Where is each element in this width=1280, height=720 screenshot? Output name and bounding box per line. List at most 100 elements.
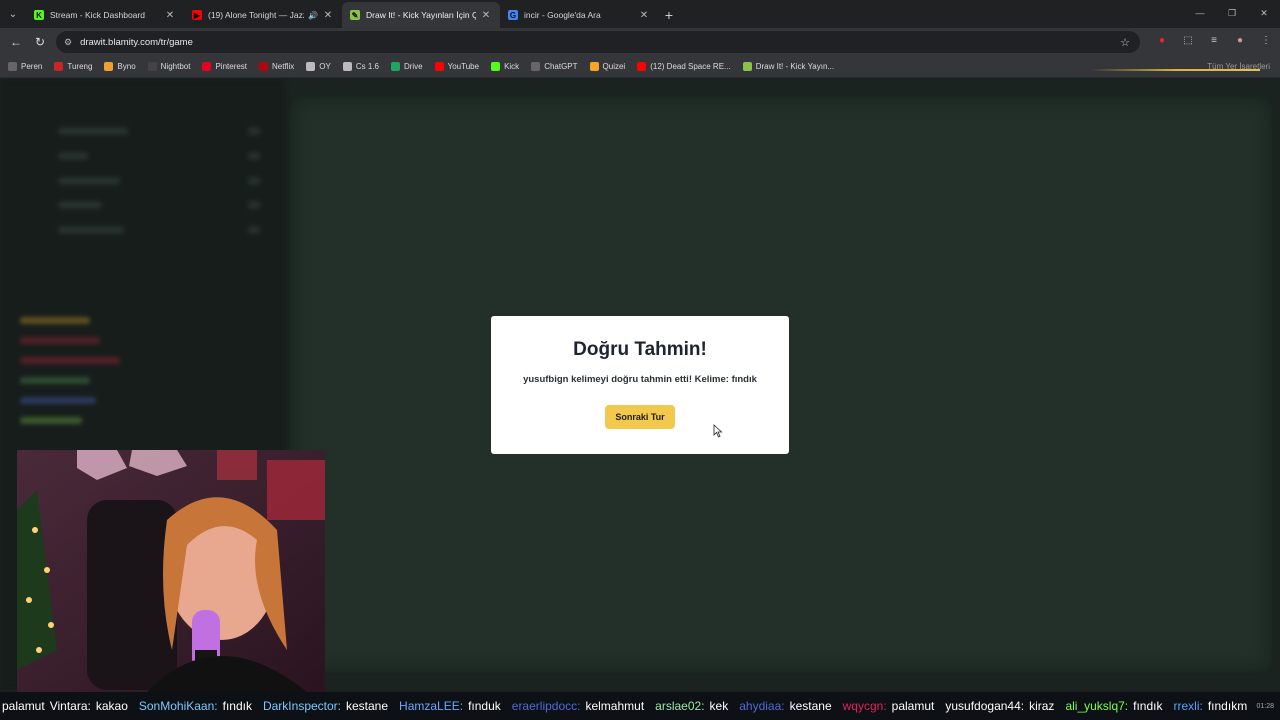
youtube-icon: [637, 62, 647, 71]
bookmark-item[interactable]: Byno: [104, 62, 136, 71]
chat-username: Vintara:: [49, 699, 91, 713]
bookmark-item[interactable]: (12) Dead Space RE...: [637, 62, 731, 71]
bookmark-item[interactable]: Tureng: [54, 62, 92, 71]
new-tab-button[interactable]: +: [658, 2, 680, 28]
site-info-icon[interactable]: ⚙: [64, 37, 72, 48]
chat-username: HamzaLEE:: [399, 699, 464, 713]
chat-message: palamut: [891, 699, 935, 713]
address-bar[interactable]: ⚙ drawit.blamity.com/tr/game ☆: [56, 31, 1140, 53]
modal-title: Doğru Tahmin!: [573, 339, 707, 360]
bookmark-label: Netflix: [272, 62, 295, 71]
bookmark-item[interactable]: Pinterest: [202, 62, 247, 71]
reload-icon[interactable]: ↻: [28, 30, 52, 54]
close-tab-icon[interactable]: ✕: [164, 10, 176, 21]
close-window-icon[interactable]: ✕: [1248, 0, 1280, 26]
bookmark-item[interactable]: Peren: [8, 62, 42, 71]
pinterest-icon: [202, 62, 212, 71]
drawit-icon: [742, 62, 752, 71]
chat-message: kestane: [789, 699, 832, 713]
netflix-icon: [259, 62, 269, 71]
bookmark-item[interactable]: OY: [306, 62, 331, 71]
correct-guess-modal: Doğru Tahmin! yusufbign kelimeyi doğru t…: [491, 316, 789, 454]
webcam-overlay: [17, 450, 325, 692]
puzzle-icon[interactable]: ⬚: [1180, 32, 1196, 48]
drive-icon: [390, 62, 400, 71]
oy-icon: [306, 62, 316, 71]
close-tab-icon[interactable]: ✕: [322, 10, 334, 21]
bookmark-item[interactable]: Nightbot: [147, 62, 191, 71]
bookmark-label: ChatGPT: [544, 62, 578, 71]
chat-username: arslae02:: [655, 699, 705, 713]
chatgpt-icon: [531, 62, 541, 71]
t-icon: [54, 62, 64, 71]
bookmark-item[interactable]: Cs 1.6: [342, 62, 379, 71]
kick-icon: [491, 62, 501, 71]
tab-favicon-icon: G: [508, 10, 518, 20]
close-tab-icon[interactable]: ✕: [480, 10, 492, 21]
close-tab-icon[interactable]: ✕: [638, 10, 650, 21]
chat-username: ali_yukslq7:: [1065, 699, 1129, 713]
tab-title: Stream - Kick Dashboard: [50, 10, 145, 20]
next-round-button[interactable]: Sonraki Tur: [605, 405, 675, 429]
bookmark-item[interactable]: Drive: [390, 62, 423, 71]
cs-icon: [342, 62, 352, 71]
bookmark-item[interactable]: Draw It! - Kick Yayın...: [742, 62, 834, 71]
mouse-cursor-icon: [713, 424, 723, 438]
minimize-icon[interactable]: —: [1184, 0, 1216, 26]
more-menu-icon[interactable]: ⋮: [1258, 32, 1274, 48]
tab-search-icon[interactable]: ⌄: [0, 0, 26, 28]
speaker-icon[interactable]: 🔊: [308, 11, 318, 20]
bookmark-item[interactable]: ChatGPT: [531, 62, 578, 71]
bookmark-item[interactable]: Kick: [491, 62, 519, 71]
tab-1[interactable]: ▶ (19) Alone Tonight — Jazz I 🔊 ✕: [184, 2, 342, 28]
bookmark-label: Drive: [403, 62, 423, 71]
chat-message: kestane: [346, 699, 389, 713]
quizei-icon: [589, 62, 599, 71]
clock-text: 01:28: [1256, 702, 1274, 710]
bookmark-item[interactable]: Quizei: [589, 62, 625, 71]
bookmark-label: (12) Dead Space RE...: [650, 62, 731, 71]
chat-message: kelmahmut: [585, 699, 645, 713]
tab-favicon-icon: ▶: [192, 10, 202, 20]
tab-3[interactable]: Gincir - Google'da Ara ✕: [500, 2, 658, 28]
chat-message: kek: [709, 699, 729, 713]
bookmark-label: Nightbot: [160, 62, 191, 71]
window-controls: — ❐ ✕: [1184, 0, 1280, 26]
back-icon[interactable]: ←: [4, 30, 28, 54]
nightbot-icon: [147, 62, 157, 71]
tab-2[interactable]: ✎ Draw It! - Kick Yayınları İçin Çiz ✕: [342, 2, 500, 28]
folder-icon: [8, 62, 17, 71]
bookmark-label: OY: [319, 62, 331, 71]
bookmark-item[interactable]: YouTube: [434, 62, 480, 71]
byno-icon: [104, 62, 114, 71]
chat-message: fınduk: [468, 699, 501, 713]
chat-username: wqycgn:: [842, 699, 887, 713]
tab-0[interactable]: K Stream - Kick Dashboard ✕: [26, 2, 184, 28]
maximize-icon[interactable]: ❐: [1216, 0, 1248, 26]
bookmark-star-icon[interactable]: ☆: [1120, 36, 1130, 49]
chat-message: fındık: [1133, 699, 1163, 713]
navigation-bar: ← ↻ ⚙ drawit.blamity.com/tr/game ☆ ● ⬚ ≡…: [0, 28, 1280, 56]
profile-avatar[interactable]: ●: [1232, 32, 1248, 48]
tab-title: (19) Alone Tonight — Jazz I: [208, 10, 305, 20]
bookmark-label: Byno: [117, 62, 136, 71]
url-text: drawit.blamity.com/tr/game: [80, 36, 193, 48]
tab-favicon-icon: ✎: [350, 10, 360, 20]
tab-title: Draw It! - Kick Yayınları İçin Çiz: [366, 10, 476, 20]
bookmark-label: Kick: [504, 62, 520, 71]
chat-message: fındık: [222, 699, 252, 713]
modal-message: yusufbign kelimeyi doğru tahmin etti! Ke…: [523, 374, 757, 385]
tab-title: incir - Google'da Ara: [524, 10, 601, 20]
youtube-icon: [434, 62, 444, 71]
bookmark-label: Peren: [21, 62, 43, 71]
chat-ticker: palamut Vintara: kakao SonMohiKaan: fındık Da…: [0, 692, 1280, 720]
tab-favicon-icon: K: [34, 10, 44, 20]
chat-username: ahydiaa:: [739, 699, 785, 713]
loading-bar: [1090, 69, 1260, 71]
bookmark-item[interactable]: Netflix: [259, 62, 294, 71]
menu-list-icon[interactable]: ≡: [1206, 32, 1222, 48]
tab-strip: ⌄ K Stream - Kick Dashboard ✕ ▶ (19) Alone T…: [0, 0, 1280, 28]
extension-icon[interactable]: ●: [1154, 32, 1170, 48]
bookmark-label: Tureng: [67, 62, 93, 71]
bookmark-label: YouTube: [447, 62, 480, 71]
